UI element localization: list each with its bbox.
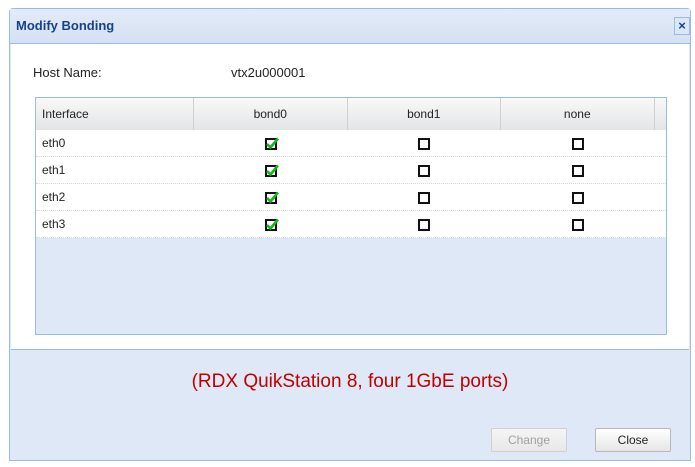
column-header-none[interactable]: none xyxy=(501,98,656,130)
column-header-bond1[interactable]: bond1 xyxy=(348,98,501,130)
bond1-cell xyxy=(348,130,501,156)
row-spacer xyxy=(655,211,666,237)
dialog-title: Modify Bonding xyxy=(16,18,115,33)
row-spacer xyxy=(655,157,666,183)
bond1-checkbox[interactable] xyxy=(418,191,431,204)
bond0-cell xyxy=(194,184,349,210)
dialog-body: Host Name: vtx2u000001 Interface bond0 b… xyxy=(11,44,689,350)
column-header-interface[interactable]: Interface xyxy=(36,98,194,130)
bond0-cell xyxy=(194,130,349,156)
row-spacer xyxy=(655,184,666,210)
close-icon[interactable]: × xyxy=(674,17,690,35)
bond0-checkbox[interactable] xyxy=(264,191,279,204)
grid-row-eth3[interactable]: eth3 xyxy=(36,211,666,238)
none-checkbox[interactable] xyxy=(571,164,584,177)
interface-name: eth1 xyxy=(42,163,66,177)
none-cell xyxy=(501,211,656,237)
bond1-checkbox[interactable] xyxy=(418,164,431,177)
bond0-cell xyxy=(194,157,349,183)
bond1-checkbox[interactable] xyxy=(418,218,431,231)
bond1-cell xyxy=(348,184,501,210)
grid-row-eth2[interactable]: eth2 xyxy=(36,184,666,211)
grid-body: eth0 eth1 eth2 eth3 xyxy=(36,130,666,238)
column-header-bond0[interactable]: bond0 xyxy=(194,98,349,130)
bond0-checkbox[interactable] xyxy=(264,137,279,150)
grid-row-eth1[interactable]: eth1 xyxy=(36,157,666,184)
bond0-checkbox[interactable] xyxy=(264,164,279,177)
none-checkbox[interactable] xyxy=(571,218,584,231)
dialog-titlebar: Modify Bonding × xyxy=(10,9,690,44)
change-button[interactable]: Change xyxy=(491,428,567,452)
interface-name: eth2 xyxy=(42,190,66,204)
bond1-cell xyxy=(348,157,501,183)
none-cell xyxy=(501,157,656,183)
row-spacer xyxy=(655,130,666,156)
interface-name: eth0 xyxy=(42,136,66,150)
hardware-note: (RDX QuikStation 8, four 1GbE ports) xyxy=(191,371,509,392)
host-name-label: Host Name: xyxy=(33,65,102,80)
none-cell xyxy=(501,130,656,156)
bond0-checkbox[interactable] xyxy=(264,218,279,231)
close-button[interactable]: Close xyxy=(595,428,671,452)
none-cell xyxy=(501,184,656,210)
grid-row-eth0[interactable]: eth0 xyxy=(36,130,666,157)
interface-name: eth3 xyxy=(42,217,66,231)
column-header-spacer xyxy=(655,98,666,130)
none-checkbox[interactable] xyxy=(571,191,584,204)
none-checkbox[interactable] xyxy=(571,137,584,150)
bond1-checkbox[interactable] xyxy=(418,137,431,150)
bond1-cell xyxy=(348,211,501,237)
bond0-cell xyxy=(194,211,349,237)
bonding-grid: Interface bond0 bond1 none eth0 eth1 eth2 e… xyxy=(35,97,667,335)
host-name-value: vtx2u000001 xyxy=(231,65,306,80)
modify-bonding-dialog: Modify Bonding × Host Name: vtx2u000001 … xyxy=(9,8,691,461)
grid-header: Interface bond0 bond1 none xyxy=(36,98,666,131)
